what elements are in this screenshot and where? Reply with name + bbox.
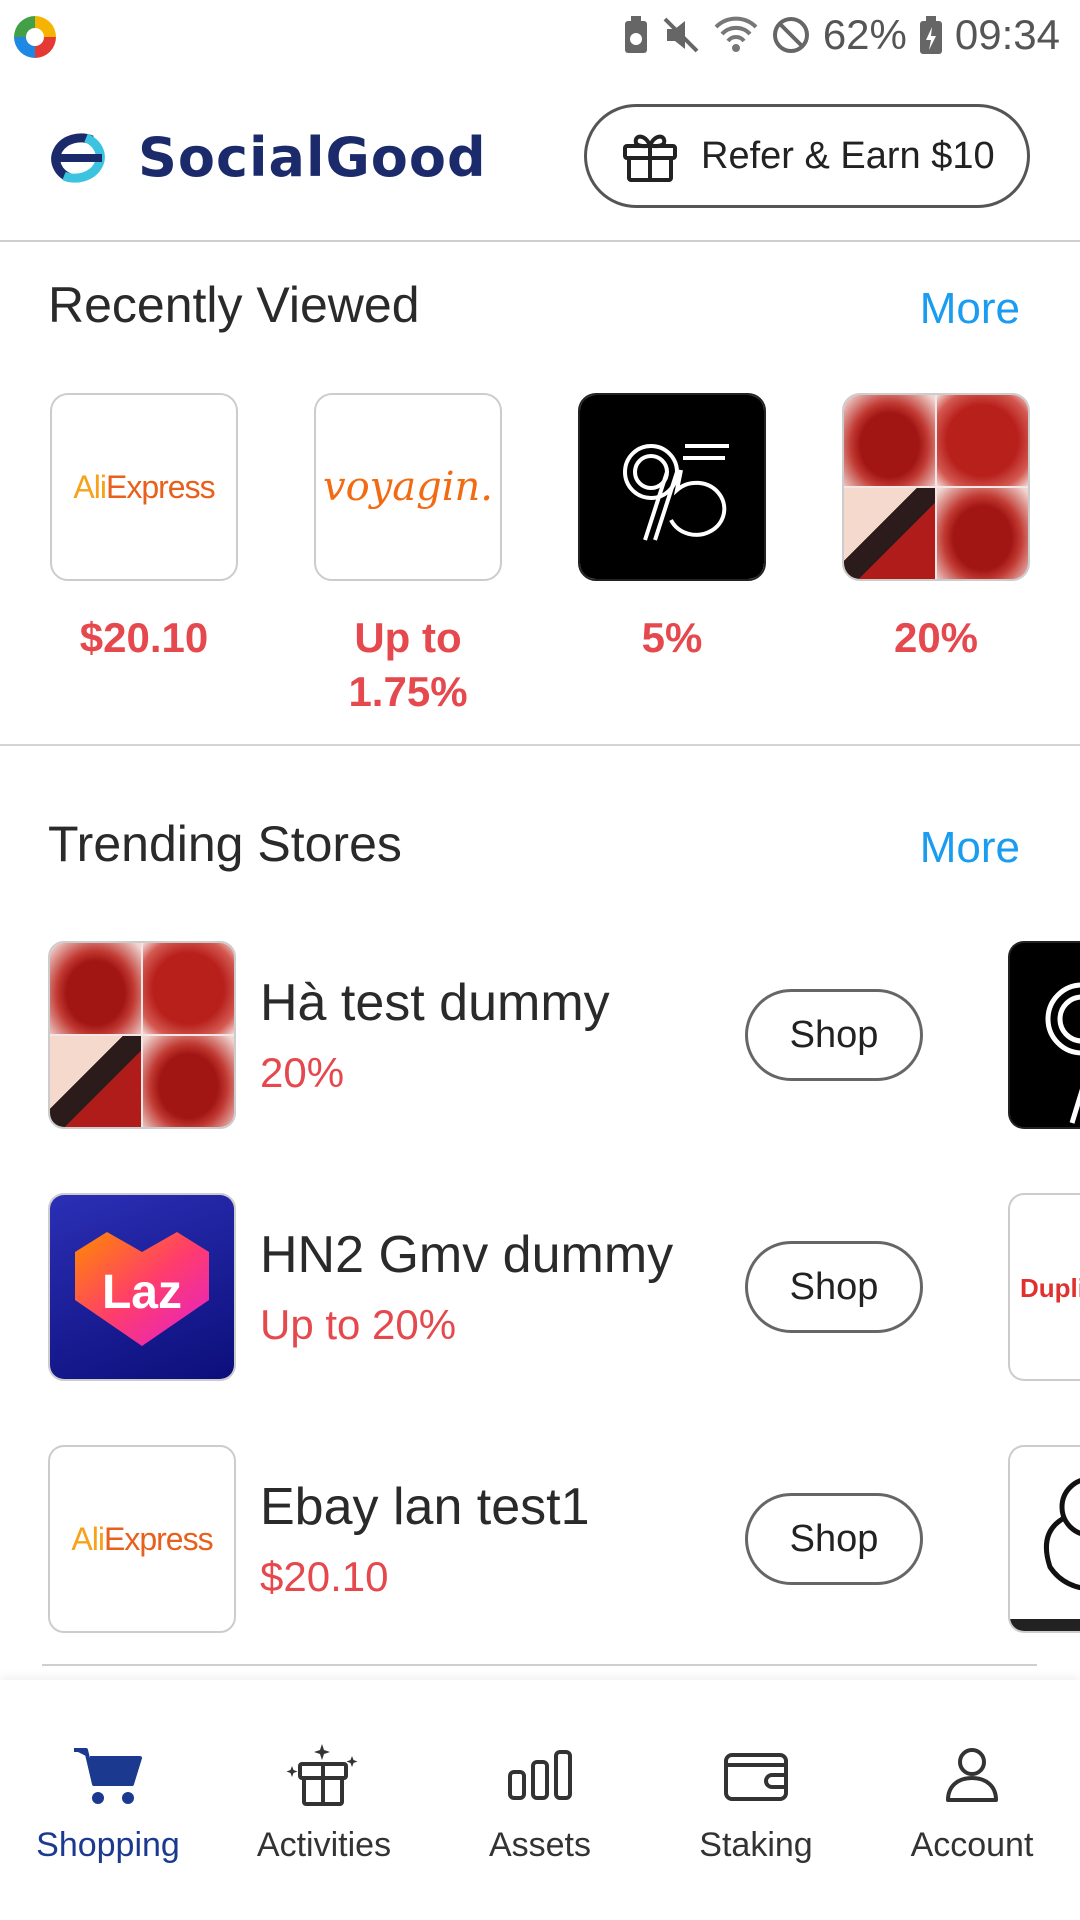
lipstick-swatches-image [842,393,1030,581]
cashback-value: Up to 1.75% [348,614,468,715]
lazada-logo: Laz [48,1193,236,1381]
do-not-disturb-icon [772,17,809,53]
recently-viewed-title: Recently Viewed [48,277,420,333]
shop-button[interactable]: Shop [745,989,923,1081]
95-mark-icon [1045,982,1080,1124]
list-bottom-divider [42,1664,1037,1666]
nav-label: Account [910,1826,1034,1864]
app-header: SocialGood Refer & Earn $10 [0,70,1080,242]
aliexpress-logo: AliExpress [48,1445,236,1633]
section-divider [0,744,1080,746]
brand-logo[interactable]: SocialGood [40,126,487,189]
person-icon [946,1748,998,1802]
recently-viewed-item[interactable]: voyagin. Up to 1.75% [314,393,502,719]
next-store-peek[interactable] [1008,941,1080,1129]
cashback-value: 5% [641,614,703,661]
trending-stores-title: Trending Stores [48,816,402,872]
nav-tab-account[interactable]: Account [864,1680,1080,1920]
95-logo [578,393,766,581]
shop-button[interactable]: Shop [745,1493,923,1585]
gift-icon [623,134,677,182]
store-rate: Up to 20% [260,1301,457,1348]
socialgood-logo-icon [51,132,105,183]
battery-charging-icon [919,16,942,54]
app-notification-icon [14,16,56,58]
nav-tab-shopping[interactable]: Shopping [0,1680,216,1920]
nav-tab-activities[interactable]: Activities [216,1680,432,1920]
cashback-value: $20.10 [79,614,209,661]
wifi-icon [714,16,758,52]
recently-viewed-item[interactable]: AliExpress $20.10 [50,393,238,665]
nav-label: Staking [699,1826,813,1864]
nav-label: Shopping [36,1826,180,1864]
nav-label: Assets [488,1826,592,1864]
cashback-value: 20% [893,614,979,661]
store-row[interactable]: AliExpress Ebay lan test1 $20.10 Shop [48,1445,1080,1633]
clock: 09:34 [954,11,1060,58]
recently-viewed-more-link[interactable]: More [920,284,1020,334]
svg-text:Laz: Laz [102,1266,182,1319]
recently-viewed-item[interactable]: 20% [842,393,1030,665]
nav-tab-assets[interactable]: Assets [432,1680,648,1920]
95-mark-icon [623,444,729,541]
mute-icon [663,17,699,53]
store-name: HN2 Gmv dummy [260,1226,674,1284]
battery-saver-icon [624,16,647,53]
wallet-icon [724,1753,788,1801]
store-row[interactable]: Hà test dummy 20% Shop [48,941,1080,1129]
store-rate: $20.10 [260,1553,389,1600]
lipstick-swatches-image [48,941,236,1129]
battery-percent: 62% [822,11,907,58]
refer-earn-button[interactable]: Refer & Earn $10 [584,104,1030,208]
status-icons: 62% 09:34 [623,10,1060,60]
shop-button[interactable]: Shop [745,1241,923,1333]
aliexpress-logo: AliExpress [50,393,238,581]
voyagin-logo: voyagin. [314,393,502,581]
brand-name: SocialGood [138,126,487,189]
next-store-peek[interactable]: Duplic [1008,1193,1080,1381]
nav-label: Activities [256,1826,392,1864]
laz-heart-icon: Laz [75,1232,209,1346]
gift-box-sparkle-icon [286,1744,358,1806]
refer-earn-label: Refer & Earn $10 [701,134,995,177]
store-name: Hà test dummy [260,974,610,1032]
status-bar: 62% 09:34 [0,0,1080,70]
recently-viewed-item[interactable]: 5% [578,393,766,665]
duplic-logo-text: Duplic [1020,1273,1080,1303]
store-rate: 20% [260,1049,345,1096]
bottom-navigation: Shopping Activities Assets Staking Accou… [0,1680,1080,1920]
store-name: Ebay lan test1 [260,1478,590,1536]
duck-illustration-icon [1010,1478,1080,1631]
bar-chart-icon [508,1750,572,1800]
trending-stores-more-link[interactable]: More [920,823,1020,873]
store-row[interactable]: Laz HN2 Gmv dummy Up to 20% Shop Duplic [48,1193,1080,1381]
next-store-peek[interactable] [1008,1445,1080,1633]
nav-tab-staking[interactable]: Staking [648,1680,864,1920]
cart-icon [74,1748,142,1804]
